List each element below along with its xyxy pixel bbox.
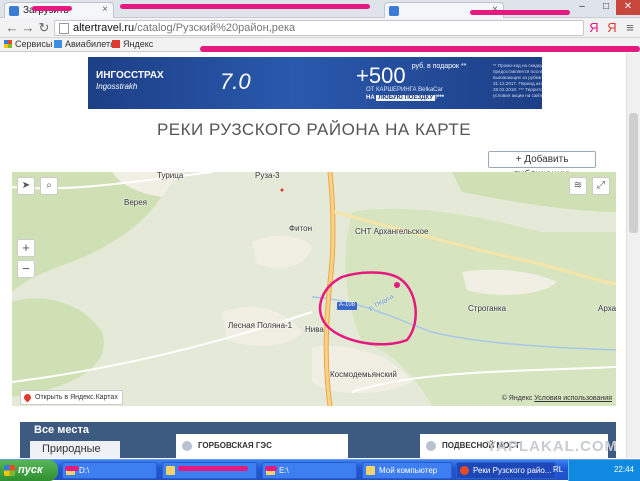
map-label-vereya: Верея <box>124 198 148 207</box>
category-chip[interactable]: Природные <box>30 441 120 458</box>
map-label-snt: СНТ Архангельское <box>355 227 429 236</box>
banner-line: ОТ КАРШЕРИНГА BelkaCar <box>366 87 443 93</box>
plane-icon <box>54 40 62 48</box>
open-in-yandex-button[interactable]: Открыть в Яндекс.Картах <box>20 390 123 405</box>
banner-fine-print: ** Промо-код на скидку 500 руб. от карше… <box>493 63 542 98</box>
page-icon <box>59 23 69 34</box>
bookmark-avia[interactable]: Авиабилеты <box>54 39 117 49</box>
banner-offer: +500 руб. в подарок ** <box>356 63 467 88</box>
annotation-dot <box>394 282 400 288</box>
location-arrow-icon: ➤ <box>21 180 31 191</box>
scrollbar[interactable] <box>626 53 640 458</box>
zoom-out-button[interactable]: − <box>17 260 35 278</box>
map-marker <box>280 188 284 192</box>
banner-logo: ИНГОССТРАХ Ingosstrakh <box>96 70 164 91</box>
browser-icon <box>460 466 469 475</box>
ad-banner[interactable]: ИНГОССТРАХ Ingosstrakh 7.0 +500 руб. в по… <box>88 57 542 109</box>
page-title: РЕКИ РУЗСКОГО РАЙОНА НА КАРТЕ <box>156 120 472 139</box>
banner-line: НА ЛЮБУЮ ПОЕЗДКУ !*** <box>366 95 445 101</box>
back-button[interactable]: ← <box>4 20 20 36</box>
map-pin-icon <box>22 392 33 403</box>
address-bar[interactable]: altertravel.ru/catalog/Рузский%20район,р… <box>54 20 584 36</box>
maximize-button[interactable]: □ <box>594 0 618 15</box>
map-label-road: А-108 <box>339 302 356 308</box>
annotation-scribble <box>32 6 72 11</box>
computer-icon <box>366 466 375 475</box>
tab-favicon-icon <box>9 6 19 16</box>
map-label-fiton: Фитон <box>289 224 312 233</box>
watermark: YAPLAKAL.COM <box>486 438 618 455</box>
forward-button[interactable]: → <box>20 20 36 36</box>
address-domain: altertravel.ru <box>73 22 135 34</box>
map-search-button[interactable]: ⌕ <box>40 177 58 195</box>
close-window-button[interactable]: ✕ <box>616 0 640 15</box>
terms-link[interactable]: Условия использования <box>534 395 612 402</box>
map-label-arkh: Архан <box>598 304 616 313</box>
language-indicator[interactable]: RL <box>553 465 563 474</box>
bookmark-services[interactable]: Сервисы <box>4 39 52 49</box>
browser-titlebar: Загрузить × × – □ ✕ <box>0 0 640 18</box>
tab-favicon-icon <box>389 6 399 16</box>
folder-icon <box>166 466 175 475</box>
system-tray: RL 22:44 <box>553 460 640 481</box>
place-card[interactable]: ГОРБОВСКАЯ ГЭС <box>176 434 348 458</box>
annotation-scribble <box>178 466 248 471</box>
place-icon <box>182 441 192 451</box>
close-tab-icon[interactable]: × <box>102 4 108 15</box>
windows-taskbar: пуск D:\ E:\ Мой компьютер Реки Рузского… <box>0 459 640 481</box>
scrollbar-thumb[interactable] <box>629 113 638 233</box>
annotation-scribble <box>65 466 79 471</box>
map-copyright: © Яндекс <box>501 395 533 402</box>
taskbar-button[interactable]: Мой компьютер <box>362 462 452 479</box>
yandex-icon[interactable]: Я <box>586 20 602 36</box>
map-footer: © Яндекс Условия использования <box>502 395 612 402</box>
add-publication-button[interactable]: + Добавить публикацию <box>488 151 596 180</box>
browser-toolbar: ← → ↻ altertravel.ru/catalog/Рузский%20р… <box>0 18 640 38</box>
minimize-button[interactable]: – <box>570 0 594 15</box>
clock: 22:44 <box>613 465 634 474</box>
menu-icon[interactable]: ≡ <box>622 20 638 36</box>
map-label-stroganka: Строганка <box>468 304 507 313</box>
place-icon <box>426 441 436 451</box>
places-title: Все места <box>34 424 89 436</box>
map-label-ruza: Руза-3 <box>255 172 280 180</box>
annotation-scribble <box>265 466 277 471</box>
yandex-icon <box>112 40 120 48</box>
yandex-map[interactable]: Турица Руза-3 Верея Фитон СНТ Архангельс… <box>12 172 616 406</box>
apps-icon <box>4 40 12 48</box>
map-label-kosmo: Космодемьянский <box>330 370 397 379</box>
windows-logo-icon <box>4 465 15 476</box>
search-icon: ⌕ <box>46 180 52 191</box>
layers-button[interactable]: ≋ <box>569 177 587 195</box>
map-label-turitsa: Турица <box>157 172 184 180</box>
zoom-in-button[interactable]: + <box>17 239 35 257</box>
reload-button[interactable]: ↻ <box>36 20 52 36</box>
annotation-scribble <box>200 46 640 52</box>
taskbar-button[interactable]: E:\ <box>262 462 357 479</box>
bookmark-yandex[interactable]: Яндекс <box>112 39 153 49</box>
forest-area <box>12 298 104 397</box>
map-label-niva: Нива <box>305 325 324 334</box>
map-canvas <box>12 172 616 406</box>
map-label-lesnaya: Лесная Поляна-1 <box>228 321 293 330</box>
start-button[interactable]: пуск <box>0 460 58 481</box>
settlement-area <box>252 235 312 268</box>
taskbar-button-browser[interactable]: Реки Рузского райо... <box>456 462 556 479</box>
banner-version: 7.0 <box>220 69 251 94</box>
locate-button[interactable]: ➤ <box>17 177 35 195</box>
yandex-icon[interactable]: Я <box>604 20 620 36</box>
annotation-scribble <box>470 10 570 15</box>
layers-icon: ≋ <box>573 180 583 191</box>
fullscreen-button[interactable]: ⤢ <box>592 177 610 195</box>
address-path: /catalog/Рузский%20район,река <box>134 22 296 34</box>
fullscreen-icon: ⤢ <box>597 180 605 191</box>
annotation-scribble <box>120 4 370 9</box>
